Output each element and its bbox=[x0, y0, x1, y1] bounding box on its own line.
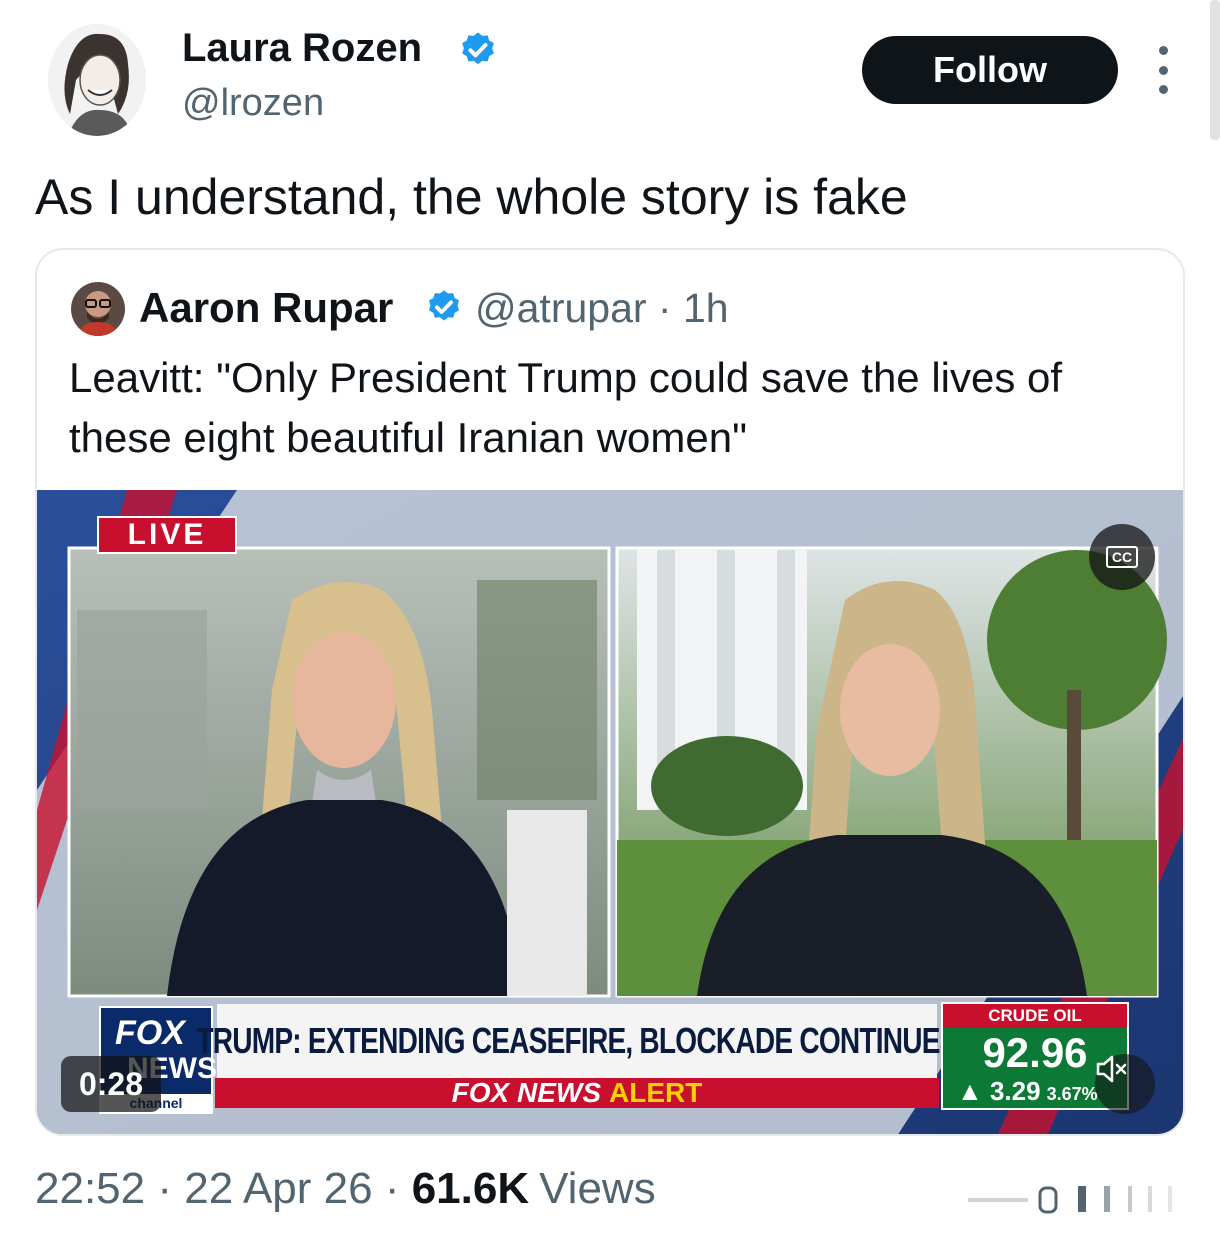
verified-badge-icon bbox=[462, 32, 494, 65]
more-options-icon[interactable] bbox=[1150, 46, 1176, 94]
quoted-tweet-card[interactable]: Aaron Rupar @atrupar · 1h Leavitt: "Only… bbox=[35, 248, 1185, 1136]
verified-badge-icon bbox=[428, 290, 460, 321]
cc-label: CC bbox=[1105, 546, 1139, 568]
tweet-text: As I understand, the whole story is fake bbox=[35, 169, 908, 225]
video-elapsed-time: 0:28 bbox=[61, 1056, 161, 1112]
live-badge: LIVE bbox=[97, 516, 237, 554]
quoted-author-name[interactable]: Aaron Rupar bbox=[139, 282, 393, 334]
tweet-date[interactable]: 22 Apr 26 bbox=[184, 1164, 372, 1213]
chyron-headline-bar: TRUMP: EXTENDING CEASEFIRE, BLOCKADE CON… bbox=[196, 1004, 958, 1078]
ticker-pct: 3.67% bbox=[1046, 1084, 1098, 1104]
ticker-change-row: ▲ 3.29 3.67% bbox=[957, 1076, 1098, 1109]
quoted-tweet-text: Leavitt: "Only President Trump could sav… bbox=[69, 354, 1063, 461]
author-handle[interactable]: @lrozen bbox=[182, 80, 324, 126]
views-label: Views bbox=[539, 1164, 656, 1213]
ticker-change: 3.29 bbox=[989, 1076, 1041, 1106]
author-name[interactable]: Laura Rozen bbox=[182, 24, 422, 72]
quoted-author-avatar[interactable] bbox=[71, 282, 125, 336]
separator-dot: · bbox=[646, 285, 683, 331]
chyron-headline: TRUMP: EXTENDING CEASEFIRE, BLOCKADE CON… bbox=[196, 1020, 958, 1061]
muted-speaker-icon[interactable] bbox=[1095, 1054, 1155, 1114]
scrollbar[interactable] bbox=[1210, 0, 1220, 140]
tweet-meta: 22:52 · 22 Apr 26 · 61.6K Views bbox=[35, 1162, 656, 1216]
alert-word: ALERT bbox=[609, 1077, 703, 1108]
logo-line-1: FOX bbox=[115, 1014, 185, 1052]
views-count[interactable]: 61.6K bbox=[412, 1164, 529, 1213]
closed-captions-icon[interactable]: CC bbox=[1089, 524, 1155, 590]
quoted-age[interactable]: 1h bbox=[683, 285, 729, 331]
separator-dot: · bbox=[145, 1164, 185, 1213]
alert-bar: FOX NEWS ALERT bbox=[215, 1077, 939, 1108]
ticker-label: CRUDE OIL bbox=[943, 1004, 1127, 1028]
up-arrow-icon: ▲ bbox=[957, 1076, 990, 1106]
tweet-time[interactable]: 22:52 bbox=[35, 1164, 145, 1213]
quoted-meta: @atrupar · 1h bbox=[475, 282, 729, 334]
separator-dot: · bbox=[372, 1164, 412, 1213]
analytics-bars-icon[interactable] bbox=[968, 1184, 1190, 1214]
author-avatar[interactable] bbox=[48, 24, 146, 136]
video-player[interactable]: LIVE CC FOX NEWS channel TRUMP: EXTENDIN… bbox=[37, 490, 1183, 1134]
follow-button[interactable]: Follow bbox=[862, 36, 1118, 104]
quoted-author-handle[interactable]: @atrupar bbox=[475, 285, 647, 331]
alert-brand: FOX NEWS bbox=[451, 1077, 601, 1108]
